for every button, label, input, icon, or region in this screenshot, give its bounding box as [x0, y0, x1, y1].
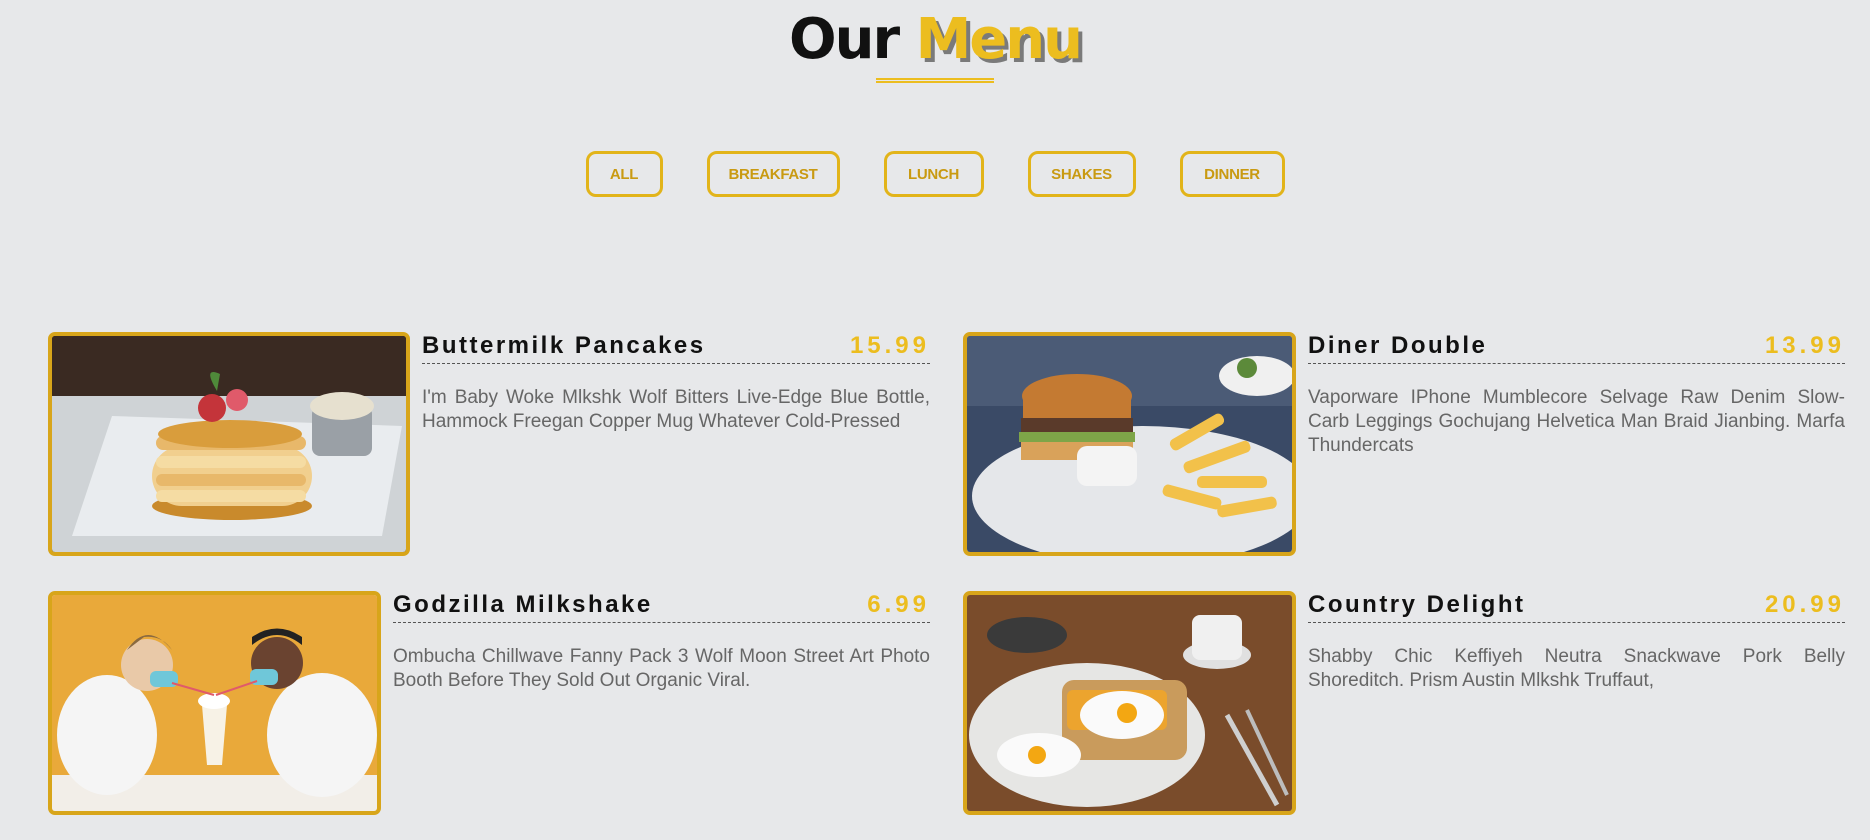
- burger-photo: [963, 332, 1296, 556]
- item-header: Diner Double 13.99: [1308, 332, 1845, 364]
- item-name: Buttermilk Pancakes: [422, 332, 706, 359]
- item-price: 20.99: [1764, 591, 1845, 618]
- item-name: Country Delight: [1308, 591, 1526, 618]
- menu-item: Country Delight 20.99 Shabby Chic Keffiy…: [963, 591, 1845, 815]
- filter-dinner-button[interactable]: DINNER: [1179, 151, 1285, 197]
- milkshake-photo: [48, 591, 381, 815]
- menu-item: Diner Double 13.99 Vaporware IPhone Mumb…: [963, 332, 1845, 556]
- item-header: Godzilla Milkshake 6.99: [393, 591, 930, 623]
- item-name: Godzilla Milkshake: [393, 591, 653, 618]
- item-description: Ombucha Chillwave Fanny Pack 3 Wolf Moon…: [393, 646, 930, 691]
- menu-item: Godzilla Milkshake 6.99 Ombucha Chillwav…: [48, 591, 930, 815]
- item-description: Vaporware IPhone Mumblecore Selvage Raw …: [1308, 387, 1845, 456]
- category-filters: ALL BREAKFAST LUNCH SHAKES DINNER: [0, 151, 1870, 197]
- pancakes-image: [52, 336, 406, 552]
- item-description: I'm Baby Woke Mlkshk Wolf Bitters Live-E…: [422, 387, 930, 432]
- item-description: Shabby Chic Keffiyeh Neutra Snackwave Po…: [1308, 646, 1845, 691]
- filter-lunch-button[interactable]: LUNCH: [883, 151, 984, 197]
- filter-all-button[interactable]: ALL: [585, 151, 663, 197]
- item-price: 6.99: [867, 591, 930, 618]
- item-price: 15.99: [849, 332, 930, 359]
- breakfast-plate-image: [967, 595, 1292, 811]
- item-info: Country Delight 20.99 Shabby Chic Keffiy…: [1308, 591, 1845, 815]
- item-header: Buttermilk Pancakes 15.99: [422, 332, 930, 364]
- title-underline: [876, 78, 994, 83]
- page-title: Our Menu: [0, 12, 1870, 68]
- burger-image: [967, 336, 1292, 552]
- milkshake-image: [52, 595, 377, 811]
- item-name: Diner Double: [1308, 332, 1488, 359]
- item-price: 13.99: [1764, 332, 1845, 359]
- filter-breakfast-button[interactable]: BREAKFAST: [706, 151, 840, 197]
- filter-shakes-button[interactable]: SHAKES: [1027, 151, 1136, 197]
- item-header: Country Delight 20.99: [1308, 591, 1845, 623]
- title-plain: Our: [788, 7, 900, 72]
- menu-header: Our Menu: [0, 0, 1870, 83]
- item-info: Buttermilk Pancakes 15.99 I'm Baby Woke …: [422, 332, 930, 556]
- title-accent: Menu: [915, 7, 1083, 72]
- item-info: Godzilla Milkshake 6.99 Ombucha Chillwav…: [393, 591, 930, 815]
- breakfast-plate-photo: [963, 591, 1296, 815]
- menu-item: Buttermilk Pancakes 15.99 I'm Baby Woke …: [48, 332, 930, 556]
- item-info: Diner Double 13.99 Vaporware IPhone Mumb…: [1308, 332, 1845, 556]
- pancakes-photo: [48, 332, 410, 556]
